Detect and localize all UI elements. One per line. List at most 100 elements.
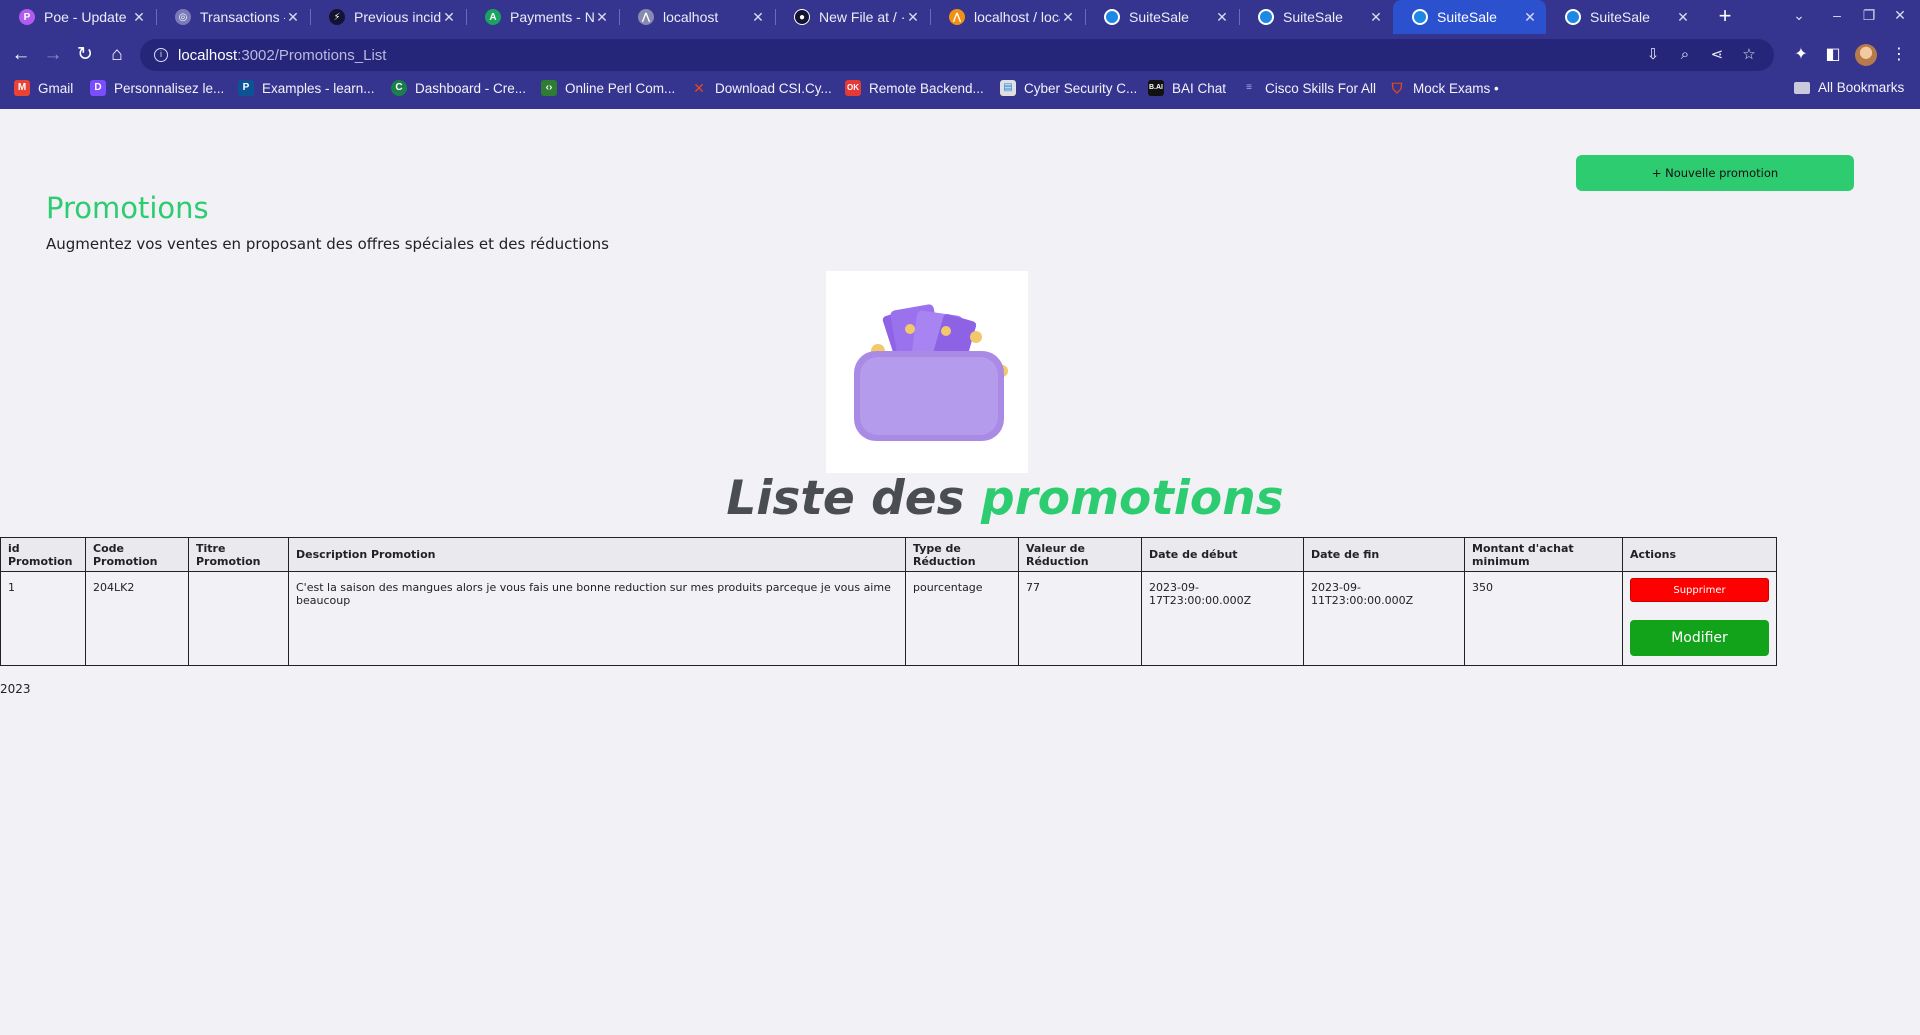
address-bar[interactable]: i localhost:3002/Promotions_List ⇩ ⌕ ⋖ ☆ <box>140 39 1774 71</box>
bookmark-perl[interactable]: ‹› Online Perl Com... <box>541 80 675 96</box>
close-icon[interactable]: ✕ <box>1368 9 1384 26</box>
bookmark-cisco[interactable]: ≡ Cisco Skills For All <box>1241 80 1376 96</box>
all-bookmarks-label: All Bookmarks <box>1818 80 1905 95</box>
bookmark-cyber-security[interactable]: ▤ Cyber Security C... <box>1000 80 1137 96</box>
bookmark-x-icon: ✕ <box>693 80 705 96</box>
forward-icon[interactable]: → <box>41 43 65 67</box>
close-window-icon[interactable]: ✕ <box>1890 7 1910 24</box>
close-icon[interactable]: ✕ <box>441 9 457 26</box>
close-icon[interactable]: ✕ <box>1060 9 1076 26</box>
bookmark-star-icon[interactable]: ☆ <box>1740 45 1758 65</box>
browser-tab-0[interactable]: P Poe - Update C ✕ <box>0 0 155 34</box>
list-title: Liste des promotions <box>0 471 1920 526</box>
column-header: Type de Réduction <box>905 537 1019 572</box>
close-icon[interactable]: ✕ <box>285 9 301 26</box>
install-app-icon[interactable]: ⇩ <box>1644 45 1662 65</box>
close-icon[interactable]: ✕ <box>1522 9 1538 26</box>
promotions-table: id Promotion Code Promotion Titre Promot… <box>0 537 1777 666</box>
menu-kebab-icon[interactable]: ⋮ <box>1888 44 1910 64</box>
bookmark-d-icon: D <box>90 80 106 96</box>
column-header: Titre Promotion <box>188 537 289 572</box>
column-header: Description Promotion <box>288 537 906 572</box>
cell-code: 204LK2 <box>85 571 189 666</box>
bai-chat-icon: B.AI <box>1148 80 1164 96</box>
close-icon[interactable]: ✕ <box>594 9 610 26</box>
bookmark-c-icon: C <box>391 80 407 96</box>
bookmark-personnalisez[interactable]: D Personnalisez le... <box>90 80 224 96</box>
restore-icon[interactable]: ❐ <box>1859 7 1879 24</box>
share-icon[interactable]: ⋖ <box>1708 45 1726 65</box>
browser-tab-3[interactable]: A Payments - No ✕ <box>466 0 618 34</box>
minimize-icon[interactable]: – <box>1827 7 1847 23</box>
bookmark-gmail[interactable]: M Gmail <box>14 80 73 96</box>
bookmark-doc-icon: ▤ <box>1000 80 1016 96</box>
tab-title: Transactions - <box>200 9 285 25</box>
bolt-icon: ⚡ <box>329 9 345 25</box>
tab-title: Previous incide <box>354 9 441 25</box>
browser-tab-6[interactable]: ⋀ localhost / loca ✕ <box>930 0 1084 34</box>
cell-titre <box>188 571 289 666</box>
bookmark-remote-backend[interactable]: OK Remote Backend... <box>845 80 984 96</box>
browser-chrome: P Poe - Update C ✕ ◎ Transactions - ✕ ⚡ … <box>0 0 1920 109</box>
globe-icon: ◎ <box>175 9 191 25</box>
close-icon[interactable]: ✕ <box>1675 9 1691 26</box>
page-subtitle: Augmentez vos ventes en proposant des of… <box>46 235 609 253</box>
browser-tab-10[interactable]: SuiteSale ✕ <box>1546 0 1699 34</box>
bookmark-dashboard[interactable]: C Dashboard - Cre... <box>391 80 526 96</box>
table-row: 1 204LK2 C'est la saison des mangues alo… <box>0 571 1777 666</box>
browser-tab-5[interactable]: ● New File at / · S ✕ <box>775 0 929 34</box>
list-title-accent: promotions <box>980 471 1284 526</box>
browser-tab-1[interactable]: ◎ Transactions - ✕ <box>156 0 309 34</box>
profile-avatar[interactable] <box>1855 44 1877 66</box>
reload-icon[interactable]: ↻ <box>73 43 97 67</box>
phpmyadmin-icon: ⋀ <box>949 9 965 25</box>
all-bookmarks[interactable]: All Bookmarks <box>1794 80 1904 95</box>
close-icon[interactable]: ✕ <box>1214 9 1230 26</box>
bookmarks-bar: M Gmail D Personnalisez le... P Examples - … <box>0 78 1920 102</box>
browser-tab-4[interactable]: ⋀ localhost ✕ <box>619 0 774 34</box>
page-title: Promotions <box>46 191 209 225</box>
url-path: :3002/Promotions_List <box>237 46 387 64</box>
bookmark-mock-exams[interactable]: ⛉ Mock Exams • <box>1389 80 1499 96</box>
side-panel-icon[interactable]: ◧ <box>1822 44 1844 64</box>
home-icon[interactable]: ⌂ <box>105 43 129 67</box>
wallet-coupon-illustration <box>826 271 1028 473</box>
list-title-main: Liste des <box>726 471 981 526</box>
suitesale-icon <box>1412 9 1428 25</box>
bookmark-download-csi[interactable]: ✕ Download CSI.Cy... <box>691 80 832 96</box>
new-promotion-button[interactable]: + Nouvelle promotion <box>1576 155 1854 191</box>
code-icon: ‹› <box>541 80 557 96</box>
suitesale-icon <box>1258 9 1274 25</box>
browser-tab-7[interactable]: SuiteSale ✕ <box>1085 0 1238 34</box>
bookmark-examples[interactable]: P Examples - learn... <box>238 80 375 96</box>
site-info-icon[interactable]: i <box>154 48 168 62</box>
bookmark-ok-icon: OK <box>845 80 861 96</box>
bookmark-p-icon: P <box>238 80 254 96</box>
bookmark-label: Download CSI.Cy... <box>715 80 832 96</box>
close-icon[interactable]: ✕ <box>905 9 921 26</box>
tab-title: SuiteSale <box>1590 9 1650 25</box>
extensions-icon[interactable]: ✦ <box>1790 44 1812 64</box>
edit-button[interactable]: Modifier <box>1630 620 1769 656</box>
new-tab-button[interactable]: + <box>1712 5 1738 29</box>
browser-toolbar: ← → ↻ ⌂ i localhost:3002/Promotions_List… <box>0 36 1920 74</box>
gmail-icon: M <box>14 80 30 96</box>
cell-date-debut: 2023-09-17T23:00:00.000Z <box>1141 571 1304 666</box>
folder-icon <box>1794 81 1810 94</box>
delete-button[interactable]: Supprimer <box>1630 578 1769 602</box>
column-header: Valeur de Réduction <box>1018 537 1142 572</box>
page-content: + Nouvelle promotion Promotions Augmente… <box>0 109 1920 1035</box>
browser-tab-8[interactable]: SuiteSale ✕ <box>1239 0 1392 34</box>
github-icon: ● <box>794 9 810 25</box>
browser-tab-9-active[interactable]: SuiteSale ✕ <box>1393 0 1546 34</box>
close-icon[interactable]: ✕ <box>131 9 147 26</box>
tab-title: SuiteSale <box>1283 9 1343 25</box>
zoom-icon[interactable]: ⌕ <box>1676 45 1694 65</box>
close-icon[interactable]: ✕ <box>750 9 766 26</box>
browser-tab-2[interactable]: ⚡ Previous incide ✕ <box>310 0 465 34</box>
tab-title: Payments - No <box>510 9 594 25</box>
bookmark-label: Online Perl Com... <box>565 80 676 96</box>
back-icon[interactable]: ← <box>9 43 33 67</box>
bookmark-bai-chat[interactable]: B.AI BAI Chat <box>1148 80 1226 96</box>
tab-search-icon[interactable]: ⌄ <box>1789 7 1809 24</box>
